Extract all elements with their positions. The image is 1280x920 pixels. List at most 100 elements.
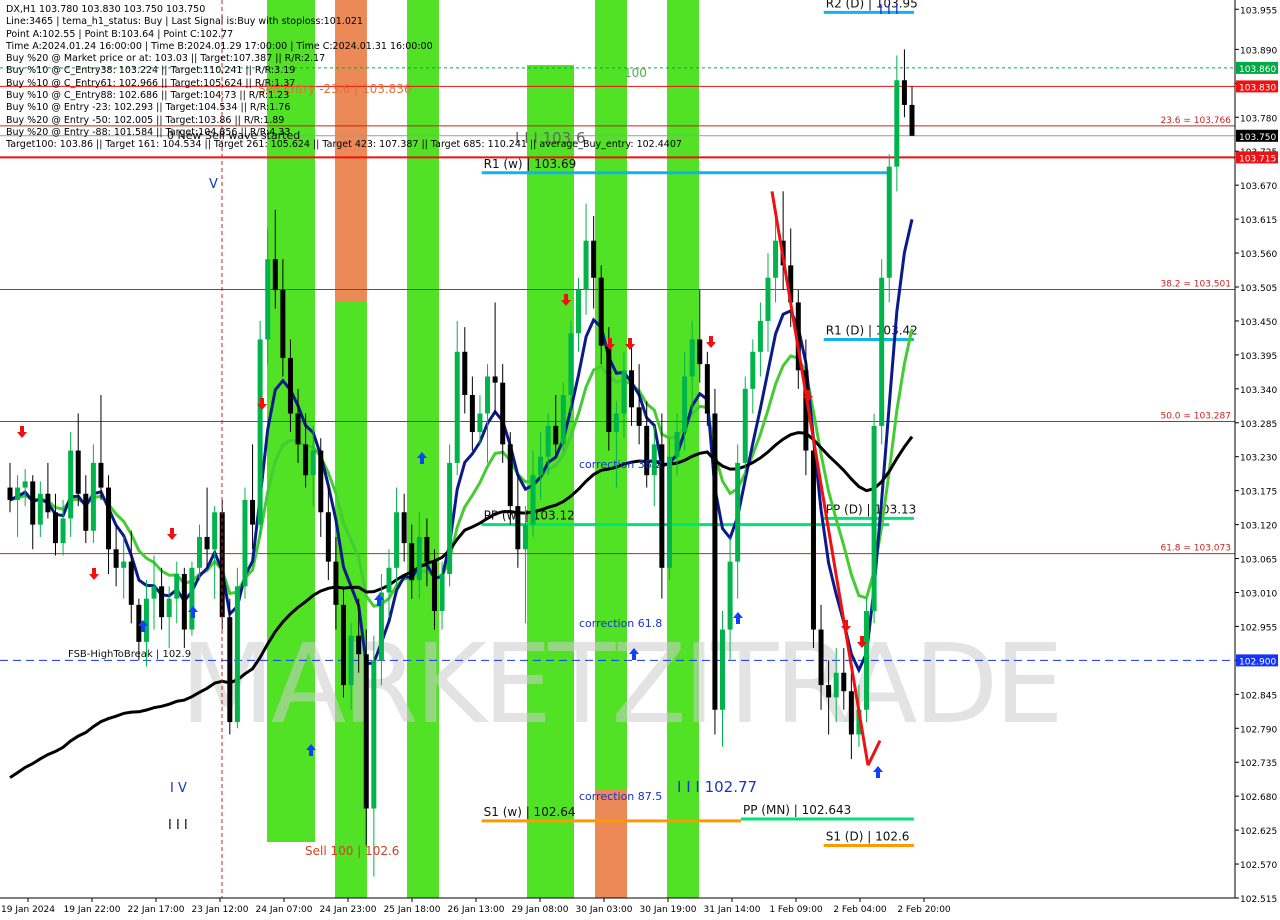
y-tick-label: 103.955 [1240, 6, 1277, 16]
ma-green-line [9, 328, 914, 608]
candle-body [848, 691, 854, 735]
candle-body [864, 611, 870, 710]
pivot-label: S1 (D) | 102.6 [826, 830, 910, 844]
candle-body [356, 635, 362, 655]
candle-body [22, 481, 28, 488]
candle-body [371, 660, 377, 809]
candle-body [462, 351, 468, 395]
candle-body [348, 635, 354, 686]
x-tick-label: 1 Feb 09:00 [769, 905, 823, 915]
candle-body [401, 512, 407, 544]
candle-body [386, 567, 392, 593]
info-line: Buy %20 @ Entry -50: 102.005 || Target:1… [6, 114, 285, 126]
price-badge-label: 103.715 [1239, 154, 1276, 164]
info-line: Buy %20 @ Entry -88: 101.584 || Target:1… [6, 126, 291, 138]
candle-body [196, 536, 202, 568]
fib-label: 61.8 = 103.073 [1160, 544, 1231, 554]
candle-body [901, 80, 907, 105]
info-line: Target100: 103.86 || Target 161: 104.534… [6, 139, 682, 151]
info-line: Point A:102.55 | Point B:103.64 | Point … [6, 28, 234, 40]
pivot-label: PP (MN) | 102.643 [743, 803, 851, 817]
wave-label: I I I [879, 3, 899, 18]
candle-body [394, 512, 400, 568]
y-tick-label: 103.285 [1240, 420, 1277, 430]
y-tick-label: 103.065 [1240, 556, 1277, 566]
candle-body [575, 290, 581, 334]
candle-body [591, 240, 597, 278]
fib-label: 50.0 = 103.287 [1160, 412, 1231, 422]
arrow-down-icon [17, 426, 27, 438]
x-tick-label: 31 Jan 14:00 [704, 905, 761, 915]
candle-body [30, 481, 36, 525]
candle-body [682, 376, 688, 433]
y-tick-label: 103.615 [1240, 216, 1277, 226]
y-tick-label: 103.010 [1240, 589, 1277, 599]
price-badge-label: 103.750 [1239, 133, 1276, 143]
candle-body [606, 345, 612, 433]
sell100-label: Sell 100 | 102.6 [305, 844, 399, 858]
candle-body [810, 450, 816, 630]
y-tick-label: 103.120 [1240, 522, 1277, 532]
info-line: Line:3465 | tema_h1_status: Buy | Last S… [6, 16, 363, 28]
candle-body [545, 425, 551, 457]
candle-body [45, 493, 51, 513]
candle-body [242, 499, 248, 587]
sell-signal [17, 426, 27, 438]
candle-body [818, 629, 824, 686]
candle-body [469, 394, 475, 433]
y-tick-label: 103.670 [1240, 182, 1277, 192]
x-tick-label: 24 Jan 23:00 [320, 905, 377, 915]
candle-body [879, 277, 885, 426]
candle-body [894, 80, 900, 167]
x-tick-label: 30 Jan 19:00 [640, 905, 697, 915]
y-tick-label: 103.175 [1240, 488, 1277, 498]
candle-body [568, 333, 574, 395]
arrow-down-icon [167, 528, 177, 540]
candle-body [439, 573, 445, 612]
wave-label: I I I 102.77 [677, 778, 757, 796]
candle-body [530, 475, 536, 525]
candle-body [704, 364, 710, 414]
y-tick-label: 103.560 [1240, 250, 1277, 260]
candle-body [613, 413, 619, 433]
candle-body [151, 586, 157, 599]
candle-body [257, 339, 263, 525]
y-tick-label: 102.955 [1240, 623, 1277, 633]
candle-body [310, 450, 316, 476]
candle-body [416, 536, 422, 581]
y-tick-label: 103.340 [1240, 386, 1277, 396]
candle-body [166, 598, 172, 618]
fsb-label: FSB-HighToBreak | 102.9 [68, 649, 191, 660]
candle-body [666, 456, 672, 568]
y-tick-label: 102.570 [1240, 861, 1277, 871]
x-tick-label: 2 Feb 20:00 [897, 905, 951, 915]
candle-body [447, 462, 453, 574]
candle-body [333, 561, 339, 605]
candle-body [886, 166, 892, 278]
arrow-down-icon [706, 336, 716, 348]
x-tick-label: 2 Feb 04:00 [833, 905, 887, 915]
x-tick-label: 22 Jan 17:00 [128, 905, 185, 915]
info-panel: DX,H1 103.780 103.830 103.750 103.750 Li… [6, 4, 682, 152]
candle-body [720, 629, 726, 710]
y-tick-label: 102.680 [1240, 793, 1277, 803]
y-tick-label: 103.230 [1240, 454, 1277, 464]
y-tick-label: 103.395 [1240, 352, 1277, 362]
fib-label: 23.6 = 103.766 [1160, 116, 1231, 126]
candle-body [477, 413, 483, 433]
candle-body [697, 339, 703, 365]
candle-body [318, 450, 324, 513]
candle-body [7, 487, 13, 500]
candle-body [159, 586, 165, 618]
y-tick-label: 102.845 [1240, 691, 1277, 701]
symbol-line: DX,H1 103.780 103.830 103.750 103.750 [6, 4, 206, 15]
candle-body [909, 104, 915, 136]
info-line: Buy %10 @ C_Entry38: 103.224 || Target:1… [6, 65, 296, 77]
buy-signal [873, 766, 883, 778]
wave-label: I V [170, 781, 187, 796]
candle-body [560, 394, 566, 445]
candle-body [325, 512, 331, 562]
candle-body [735, 462, 741, 562]
candle-body [598, 277, 604, 346]
candle-body [485, 376, 491, 414]
